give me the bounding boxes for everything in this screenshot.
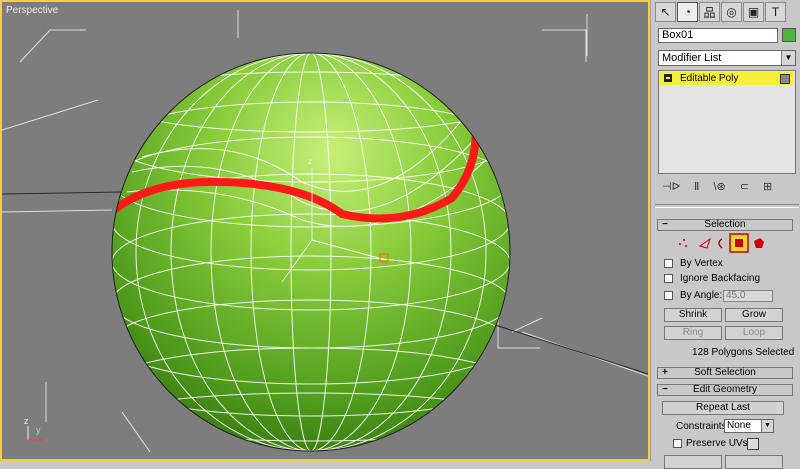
ignore-backfacing-label: Ignore Backfacing: [680, 273, 761, 284]
angle-spinner[interactable]: 45.0: [723, 290, 773, 302]
grow-button[interactable]: Grow: [725, 308, 783, 322]
viewport-label[interactable]: Perspective: [6, 5, 58, 16]
axis-tripod: x z y: [24, 416, 49, 445]
by-vertex-checkbox[interactable]: [664, 259, 673, 268]
expand-toggle-icon[interactable]: [664, 74, 672, 82]
create-button[interactable]: [664, 455, 722, 469]
perspective-viewport[interactable]: z x z y Perspective: [0, 0, 650, 461]
panel-divider: [655, 204, 799, 208]
edge-mode-icon[interactable]: [698, 237, 711, 249]
gizmo-z-label: z: [308, 157, 312, 166]
preserve-uvs-checkbox[interactable]: [673, 439, 682, 448]
soft-selection-title: Soft Selection: [694, 367, 756, 378]
display-tab-icon[interactable]: ▣: [743, 2, 764, 22]
utilities-tab-icon[interactable]: T: [765, 2, 786, 22]
preserve-uvs-settings-icon[interactable]: [747, 438, 759, 450]
constraints-value: None: [727, 420, 751, 431]
edit-geometry-rollout-header[interactable]: − Edit Geometry: [657, 384, 793, 396]
preserve-uvs-label: Preserve UVs: [686, 438, 748, 449]
shrink-button[interactable]: Shrink: [664, 308, 722, 322]
collapse-icon: −: [662, 219, 668, 230]
modifier-stack[interactable]: Editable Poly: [658, 70, 796, 174]
dropdown-arrow-icon[interactable]: ▼: [761, 420, 773, 432]
axis-y-label: y: [36, 425, 41, 435]
remove-modifier-icon[interactable]: ⊂: [740, 180, 749, 196]
stack-item-editable-poly[interactable]: Editable Poly: [660, 72, 794, 85]
constraints-label: Constraints:: [676, 421, 730, 432]
constraints-dropdown[interactable]: None ▼: [724, 419, 774, 433]
by-vertex-label: By Vertex: [680, 258, 723, 269]
expand-icon: +: [662, 367, 668, 378]
repeat-last-button[interactable]: Repeat Last: [662, 401, 784, 415]
pin-stack-icon[interactable]: ⊣ᐅ: [662, 180, 680, 196]
dropdown-arrow-icon[interactable]: ▼: [781, 51, 795, 65]
vertex-mode-icon[interactable]: [679, 239, 687, 247]
make-unique-icon[interactable]: \⊛: [713, 180, 725, 196]
loop-button[interactable]: Loop: [725, 326, 783, 340]
element-mode-icon[interactable]: [754, 238, 764, 248]
ring-button[interactable]: Ring: [664, 326, 722, 340]
command-panel-tabs: ↖ ◔ 品 ◎ ▣ T: [655, 2, 799, 24]
stack-toolbar: ⊣ᐅ Ⅱ \⊛ ⊂ ⊞: [658, 180, 796, 196]
subobject-icons: [679, 233, 764, 253]
collapse-icon: −: [662, 384, 668, 395]
edit-geometry-title: Edit Geometry: [693, 384, 757, 395]
sphere-mesh[interactable]: [112, 53, 510, 451]
ignore-backfacing-checkbox[interactable]: [664, 274, 673, 283]
soft-selection-rollout-header[interactable]: + Soft Selection: [657, 367, 793, 379]
configure-sets-icon[interactable]: ⊞: [763, 180, 772, 196]
selection-rollout-header[interactable]: − Selection: [657, 219, 793, 231]
object-color-swatch[interactable]: [782, 28, 796, 42]
modifier-list-dropdown[interactable]: Modifier List ▼: [658, 50, 796, 66]
stack-item-state-icon: [780, 74, 790, 84]
selection-rollout-title: Selection: [704, 219, 746, 230]
stack-item-label: Editable Poly: [680, 73, 739, 84]
border-mode-icon[interactable]: [718, 238, 723, 249]
by-angle-checkbox[interactable]: [664, 291, 673, 300]
viewport-scene[interactable]: z x z y: [2, 2, 648, 459]
hierarchy-tab-icon[interactable]: 品: [699, 2, 720, 22]
collapse-button[interactable]: [725, 455, 783, 469]
polygon-mode-square: [735, 239, 743, 247]
object-name-field[interactable]: Box01: [658, 28, 778, 43]
modify-tab-icon[interactable]: ◔: [677, 2, 698, 22]
axis-z-label: z: [24, 416, 29, 426]
by-angle-label: By Angle:: [680, 290, 723, 301]
selection-status: 128 Polygons Selected: [692, 347, 795, 358]
show-end-result-icon[interactable]: Ⅱ: [694, 180, 699, 196]
axis-x-label: x: [44, 435, 49, 445]
motion-tab-icon[interactable]: ◎: [721, 2, 742, 22]
create-tab-icon[interactable]: ↖: [655, 2, 676, 22]
modifier-list-value: Modifier List: [662, 52, 722, 64]
